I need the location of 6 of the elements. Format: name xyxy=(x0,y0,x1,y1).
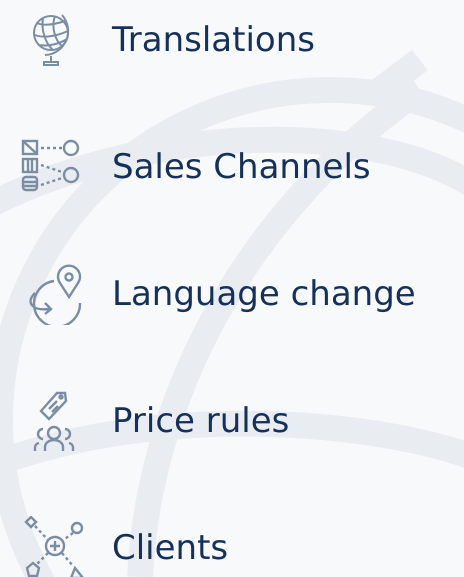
feature-label: Price rules xyxy=(112,401,290,441)
feature-label: Language change xyxy=(112,274,416,314)
price-tag-people-icon xyxy=(31,389,77,453)
feature-label: Sales Channels xyxy=(112,147,371,187)
feature-label: Translations xyxy=(112,20,315,60)
feature-label: Clients xyxy=(112,528,228,568)
